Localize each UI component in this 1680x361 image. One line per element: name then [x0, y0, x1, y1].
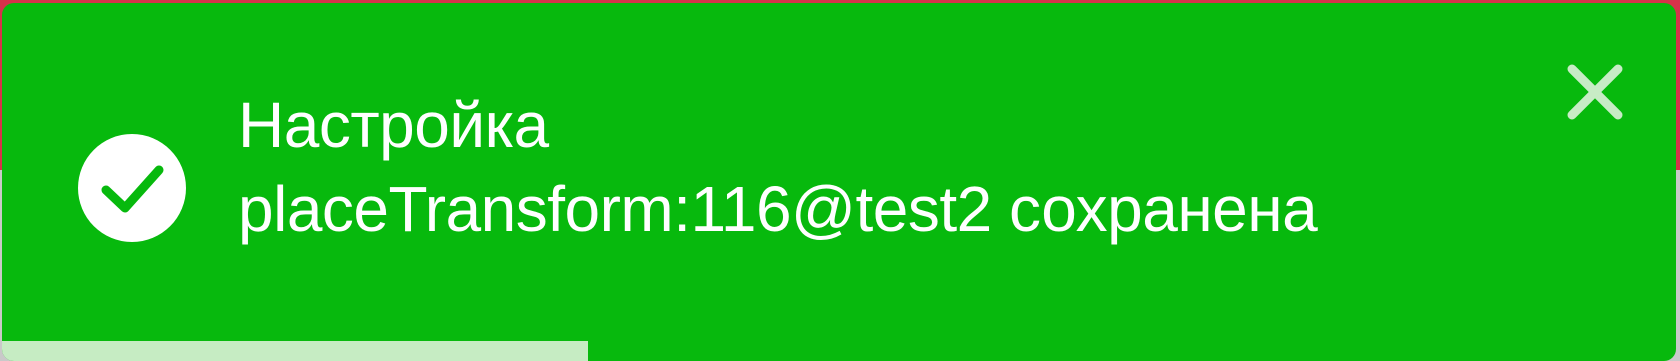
toast-message: Настройка placeTransform:116@test2 сохра…: [238, 83, 1538, 251]
close-button[interactable]: [1564, 61, 1626, 123]
toast-progress-bar: [2, 341, 1676, 361]
close-icon[interactable]: [1564, 61, 1626, 123]
checkmark-circle-icon: [78, 134, 186, 242]
toast-message-line2: placeTransform:116@test2 сохранена: [238, 173, 1318, 245]
toast-message-line1: Настройка: [238, 89, 549, 161]
success-toast: Настройка placeTransform:116@test2 сохра…: [2, 3, 1676, 361]
toast-progress-fill: [2, 341, 588, 361]
checkmark-icon: [101, 165, 164, 213]
